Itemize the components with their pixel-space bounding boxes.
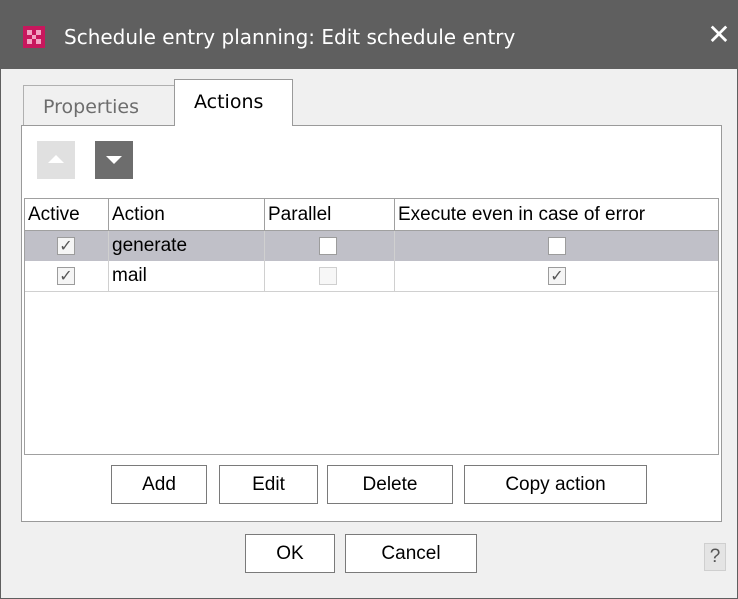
execute-on-error-checkbox[interactable]: ✓ [548, 267, 566, 285]
add-button[interactable]: Add [111, 465, 207, 504]
delete-button[interactable]: Delete [327, 465, 453, 504]
table-row[interactable]: ✓ mail ✓ [25, 261, 718, 292]
ok-button[interactable]: OK [245, 534, 335, 573]
parallel-checkbox[interactable] [319, 267, 337, 285]
copy-action-button[interactable]: Copy action [464, 465, 647, 504]
column-header-action[interactable]: Action [109, 199, 265, 230]
actions-table: Active Action Parallel Execute even in c… [24, 198, 719, 455]
edit-button[interactable]: Edit [219, 465, 318, 504]
cancel-button[interactable]: Cancel [345, 534, 477, 573]
tab-properties[interactable]: Properties [23, 85, 175, 125]
help-icon[interactable]: ? [704, 543, 726, 571]
window-title: Schedule entry planning: Edit schedule e… [64, 25, 516, 49]
table-row[interactable]: ✓ generate [25, 231, 718, 261]
triangle-up-icon [48, 155, 64, 163]
parallel-checkbox[interactable] [319, 237, 337, 255]
tab-actions-label: Actions [194, 91, 264, 113]
active-cell: ✓ [25, 231, 109, 261]
execute-on-error-cell [395, 231, 718, 261]
parallel-cell [265, 231, 395, 261]
column-header-execute-on-error[interactable]: Execute even in case of error [395, 199, 718, 230]
app-logo-icon [23, 26, 45, 48]
title-bar[interactable]: Schedule entry planning: Edit schedule e… [1, 1, 737, 69]
move-up-button[interactable] [37, 141, 75, 179]
action-name-cell[interactable]: generate [109, 231, 265, 261]
tab-properties-label: Properties [43, 96, 140, 118]
active-checkbox[interactable]: ✓ [57, 237, 75, 255]
column-header-parallel[interactable]: Parallel [265, 199, 395, 230]
parallel-cell [265, 261, 395, 291]
action-name-cell[interactable]: mail [109, 261, 265, 291]
triangle-down-icon [106, 156, 122, 164]
execute-on-error-checkbox[interactable] [548, 237, 566, 255]
tab-actions[interactable]: Actions [174, 79, 293, 126]
column-header-active[interactable]: Active [25, 199, 109, 230]
move-down-button[interactable] [95, 141, 133, 179]
active-cell: ✓ [25, 261, 109, 291]
actions-panel: Active Action Parallel Execute even in c… [21, 125, 722, 522]
dialog-window: Schedule entry planning: Edit schedule e… [0, 0, 738, 599]
table-header: Active Action Parallel Execute even in c… [25, 199, 718, 231]
active-checkbox[interactable]: ✓ [57, 267, 75, 285]
close-icon[interactable]: ✕ [701, 17, 737, 53]
execute-on-error-cell: ✓ [395, 261, 718, 291]
